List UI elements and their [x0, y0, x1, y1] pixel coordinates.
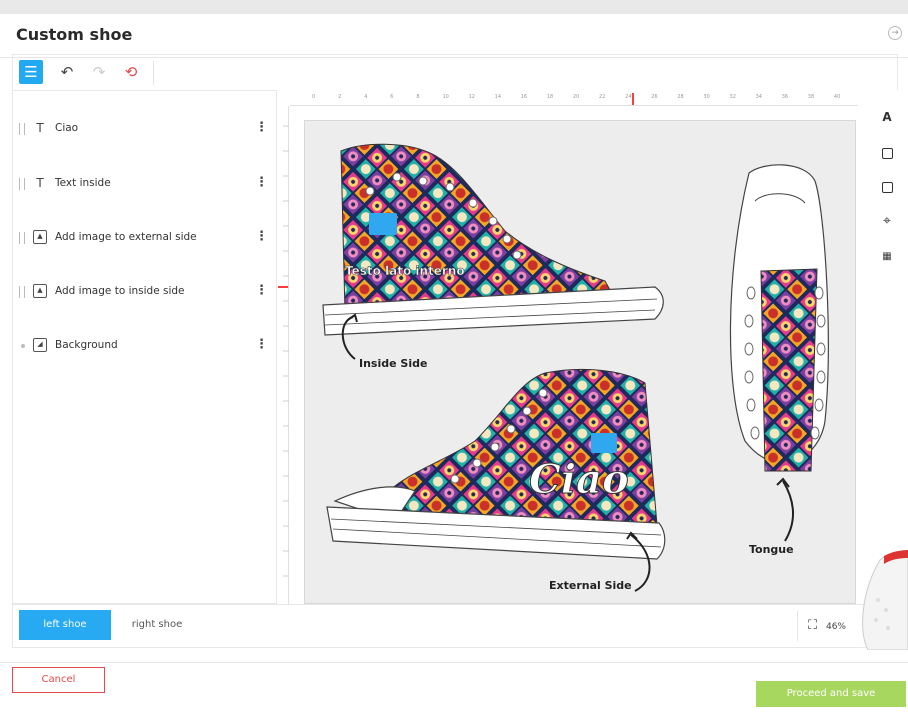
editor-toolbar: ☰ ↶ ↷ ⟲ [12, 54, 898, 90]
ruler-tick-label: 0 [312, 94, 316, 100]
inside-text-layer: Testo lato interno [345, 264, 465, 278]
zoom-level: 46% [825, 622, 846, 632]
drag-handle-icon[interactable] [19, 123, 25, 135]
text-icon: T [36, 176, 44, 190]
ruler-tick-label: 8 [416, 94, 420, 100]
ruler-tick-label: 40 [833, 94, 841, 100]
ruler-position-marker [278, 286, 288, 288]
layer-item-ciao[interactable]: T Ciao ⋮ [13, 117, 276, 141]
more-vertical-icon[interactable]: ⋮ [255, 229, 268, 244]
toolbar-divider [153, 61, 154, 85]
layer-item-text-inside[interactable]: T Text inside ⋮ [13, 172, 276, 196]
reset-icon[interactable]: ⟲ [119, 60, 143, 84]
text-tool-icon[interactable]: A [878, 108, 896, 126]
ruler-tick-label: 30 [703, 94, 710, 100]
tongue-label: Tongue [749, 543, 794, 556]
left-ruler-ticks [283, 125, 289, 577]
image-icon: ▲ [33, 230, 47, 244]
ruler-tick-label: 4 [364, 94, 368, 100]
cancel-button[interactable]: Cancel [12, 667, 105, 693]
ruler-tick-label: 14 [494, 94, 502, 100]
more-vertical-icon[interactable]: ⋮ [255, 120, 268, 135]
exit-icon[interactable]: → [888, 26, 902, 40]
ruler-tick-label: 28 [677, 94, 684, 100]
external-side-label: External Side [549, 579, 632, 592]
drag-handle-icon[interactable] [19, 178, 25, 190]
layer-label: Text inside [55, 177, 111, 189]
title-bar: Custom shoe → [0, 14, 908, 58]
undo-icon[interactable]: ↶ [55, 60, 79, 84]
ruler-tick-label: 10 [442, 94, 449, 100]
shoe-product-photo [862, 550, 908, 650]
design-canvas[interactable]: Testo lato interno Inside Side Ciao Exte… [304, 120, 856, 604]
ruler-tick-label: 38 [807, 94, 815, 100]
layer-label: Add image to external side [55, 231, 197, 243]
more-vertical-icon[interactable]: ⋮ [255, 175, 268, 190]
image-placeholder-icon [591, 433, 617, 453]
ruler-tick-label: 6 [390, 94, 394, 100]
ruler-tick-label: 12 [468, 94, 475, 100]
layer-item-image-external[interactable]: ▲ Add image to external side ⋮ [13, 226, 276, 250]
ruler-tick-label: 18 [546, 94, 554, 100]
image-tool-icon[interactable] [882, 148, 893, 159]
background-icon: ◢ [33, 338, 47, 352]
shoe-template: Testo lato interno Inside Side Ciao Exte… [322, 143, 829, 592]
background-tool-icon[interactable] [882, 182, 893, 193]
layers-icon[interactable]: ☰ [19, 60, 43, 84]
ruler-tick-label: 2 [338, 94, 342, 100]
layers-panel: T Ciao ⋮ T Text inside ⋮ ▲ Add image to … [12, 90, 277, 604]
more-vertical-icon[interactable]: ⋮ [255, 283, 268, 298]
shoe-side-bar: left shoe right shoe ⛶ 46% [12, 604, 898, 648]
zoom-control: ⛶ 46% [797, 611, 846, 641]
right-tool-column: A ⌖ ▦ [870, 102, 908, 302]
tab-left-shoe[interactable]: left shoe [19, 610, 111, 640]
drag-handle-icon[interactable] [19, 286, 25, 298]
redo-icon[interactable]: ↷ [87, 60, 111, 84]
ruler-tick-label: 20 [572, 94, 580, 100]
ciao-text-layer: Ciao [529, 456, 629, 503]
fullscreen-icon[interactable]: ⛶ [808, 618, 817, 633]
ruler-position-marker [632, 93, 634, 105]
qr-tool-icon[interactable]: ▦ [878, 248, 896, 266]
crop-tool-icon[interactable]: ⌖ [878, 212, 896, 230]
tongue-shoe-top: Tongue [729, 164, 829, 556]
proceed-and-save-button[interactable]: Proceed and save [756, 681, 906, 707]
layer-label: Add image to inside side [55, 285, 185, 297]
ruler-tick-label: 16 [520, 94, 528, 100]
ruler-tick-label: 32 [729, 94, 736, 100]
locked-dot-icon [21, 344, 25, 348]
tab-right-shoe[interactable]: right shoe [111, 610, 203, 640]
inside-side-label: Inside Side [359, 357, 427, 370]
layer-item-image-inside[interactable]: ▲ Add image to inside side ⋮ [13, 280, 276, 304]
external-side-shoe: Ciao External Side [326, 368, 666, 592]
ruler-tick-label: 22 [599, 94, 606, 100]
image-icon: ▲ [33, 284, 47, 298]
inside-side-shoe: Testo lato interno Inside Side [322, 143, 664, 370]
layer-item-background[interactable]: ◢ Background ⋮ [13, 334, 276, 358]
top-ruler: 024681012141618202224262830323436384042 [290, 92, 858, 106]
ruler-tick-label: 36 [781, 94, 789, 100]
text-icon: T [36, 121, 44, 135]
dialog-title: Custom shoe [16, 25, 133, 44]
ruler-tick-label: 34 [755, 94, 762, 100]
layer-label: Ciao [55, 122, 79, 134]
left-ruler [277, 106, 289, 604]
ruler-tick-label: 24 [625, 94, 632, 100]
more-vertical-icon[interactable]: ⋮ [255, 337, 268, 352]
image-placeholder-icon [369, 213, 397, 235]
layer-label: Background [55, 339, 118, 351]
drag-handle-icon[interactable] [19, 232, 25, 244]
ruler-tick-label: 26 [651, 94, 658, 100]
